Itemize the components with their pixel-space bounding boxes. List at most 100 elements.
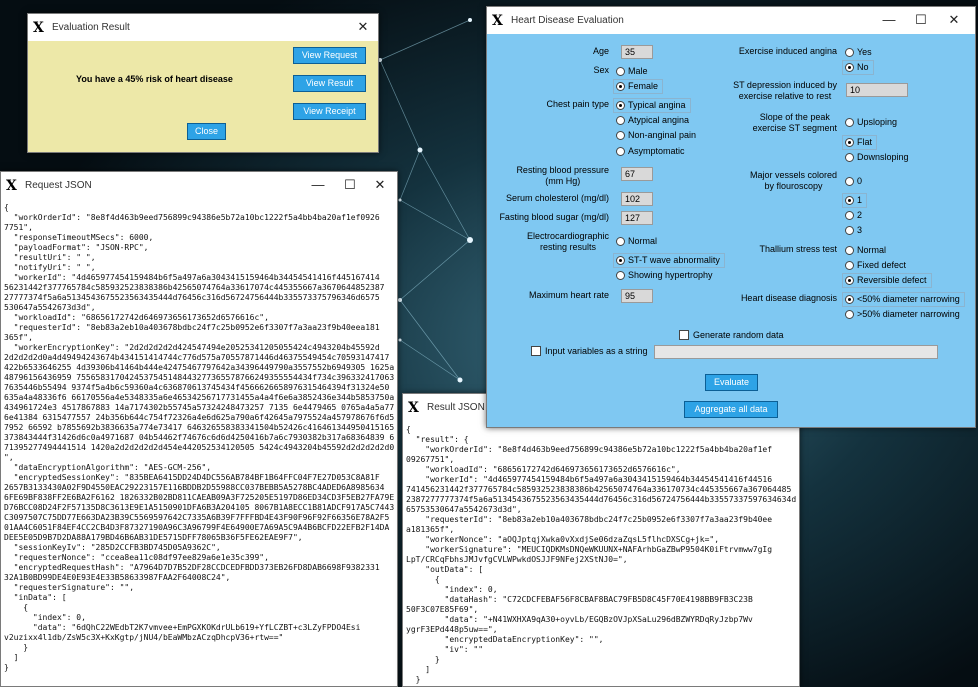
vessels-label: Major vessels colored by flouroscopy xyxy=(749,170,837,191)
close-button[interactable]: Close xyxy=(187,123,226,140)
ecg-option-st-t-wave[interactable]: ST-T wave abnormality xyxy=(613,253,725,268)
blood-sugar-field[interactable]: 127 xyxy=(621,211,653,225)
diag-option-less-50[interactable]: <50% diameter narrowing xyxy=(842,292,965,307)
generate-random-checkbox[interactable] xyxy=(679,330,689,340)
window-title: Result JSON xyxy=(427,402,485,413)
angina-option-no[interactable]: No xyxy=(842,60,874,75)
thallium-label: Thallium stress test xyxy=(759,244,837,254)
close-icon[interactable]: ✕ xyxy=(352,18,374,36)
input-string-field[interactable] xyxy=(654,345,938,359)
request-json-body[interactable]: { "workOrderId": "8e8f4d463b9eed756899c9… xyxy=(1,199,397,686)
thal-option-reversible-defect[interactable]: Reversible defect xyxy=(842,273,932,288)
slope-option-upsloping[interactable]: Upsloping xyxy=(842,115,902,130)
input-string-checkbox[interactable] xyxy=(531,346,541,356)
vessels-option-1[interactable]: 1 xyxy=(842,193,868,208)
radio-icon xyxy=(616,131,625,140)
cp-option-asymptomatic[interactable]: Asymptomatic xyxy=(613,144,690,159)
heart-rate-field[interactable]: 95 xyxy=(621,289,653,303)
radio-icon xyxy=(845,261,854,270)
minimize-icon[interactable]: — xyxy=(878,11,900,29)
option-label: Flat xyxy=(857,137,873,147)
view-receipt-button[interactable]: View Receipt xyxy=(293,103,366,120)
maximize-icon[interactable]: ☐ xyxy=(910,11,932,29)
age-field[interactable]: 35 xyxy=(621,45,653,59)
st-depression-field[interactable]: 10 xyxy=(846,83,908,97)
option-label: Upsloping xyxy=(857,117,898,127)
app-x-icon: X xyxy=(6,178,17,194)
cp-option-atypical-angina[interactable]: Atypical angina xyxy=(613,113,694,128)
close-icon[interactable]: ✕ xyxy=(943,11,965,29)
option-label: Fixed defect xyxy=(857,260,907,270)
option-label: Male xyxy=(628,66,648,76)
view-result-button[interactable]: View Result xyxy=(293,75,366,92)
vessels-option-0[interactable]: 0 xyxy=(842,174,867,189)
diagnosis-label: Heart disease diagnosis xyxy=(740,293,837,303)
radio-icon xyxy=(845,310,854,319)
evaluate-button[interactable]: Evaluate xyxy=(705,374,758,391)
diag-option-more-50[interactable]: >50% diameter narrowing xyxy=(842,307,965,322)
radio-icon xyxy=(845,226,854,235)
heart-disease-window: X Heart Disease Evaluation — ☐ ✕ Age 35 … xyxy=(486,6,976,428)
blood-pressure-label: Resting blood pressure (mm Hg) xyxy=(516,165,609,186)
option-label: Non-anginal pain xyxy=(628,130,697,140)
ecg-option-hypertrophy[interactable]: Showing hypertrophy xyxy=(613,268,718,283)
input-string-label: Input variables as a string xyxy=(545,346,648,356)
slope-option-flat[interactable]: Flat xyxy=(842,135,878,150)
chest-pain-label: Chest pain type xyxy=(546,99,609,109)
angina-option-yes[interactable]: Yes xyxy=(842,45,877,60)
option-label: Asymptomatic xyxy=(628,146,685,156)
app-x-icon: X xyxy=(33,20,44,36)
radio-icon xyxy=(616,147,625,156)
radio-selected-icon xyxy=(845,196,854,205)
radio-selected-icon xyxy=(616,101,625,110)
option-label: Reversible defect xyxy=(857,275,927,285)
cholesterol-field[interactable]: 102 xyxy=(621,192,653,206)
vessels-option-3[interactable]: 3 xyxy=(842,223,867,238)
option-label: <50% diameter narrowing xyxy=(857,294,960,304)
option-label: No xyxy=(857,62,869,72)
radio-selected-icon xyxy=(845,138,854,147)
blood-sugar-label: Fasting blood sugar (mg/dl) xyxy=(499,212,609,222)
thal-option-fixed-defect[interactable]: Fixed defect xyxy=(842,258,911,273)
vessels-option-2[interactable]: 2 xyxy=(842,208,867,223)
radio-icon xyxy=(845,246,854,255)
option-label: Showing hypertrophy xyxy=(628,270,713,280)
radio-selected-icon xyxy=(845,276,854,285)
result-json-text[interactable]: { "result": { "workOrderId": "8e8f4d463b… xyxy=(406,425,796,686)
blood-pressure-field[interactable]: 67 xyxy=(621,167,653,181)
radio-icon xyxy=(616,237,625,246)
evaluation-result-window: X Evaluation Result ✕ You have a 45% ris… xyxy=(27,13,379,153)
cholesterol-label: Serum cholesterol (mg/dl) xyxy=(505,193,609,203)
radio-icon xyxy=(616,67,625,76)
request-json-window: X Request JSON — ☐ ✕ { "workOrderId": "8… xyxy=(0,171,398,687)
app-x-icon: X xyxy=(492,13,503,29)
aggregate-button[interactable]: Aggregate all data xyxy=(684,401,778,418)
st-depression-label: ST depression induced by exercise relati… xyxy=(733,80,837,101)
option-label: Normal xyxy=(628,236,658,246)
request-json-text[interactable]: { "workOrderId": "8e8f4d463b9eed756899c9… xyxy=(4,203,394,686)
app-x-icon: X xyxy=(408,400,419,416)
option-label: 0 xyxy=(857,176,863,186)
sex-option-male[interactable]: Male xyxy=(613,64,653,79)
result-json-body[interactable]: { "result": { "workOrderId": "8e8f4d463b… xyxy=(403,421,799,686)
slope-option-downsloping[interactable]: Downsloping xyxy=(842,150,914,165)
window-title: Heart Disease Evaluation xyxy=(511,15,624,26)
title-bar[interactable]: X Heart Disease Evaluation — ☐ ✕ xyxy=(487,7,975,34)
minimize-icon[interactable]: — xyxy=(307,176,329,194)
window-title: Request JSON xyxy=(25,180,92,191)
ecg-option-normal[interactable]: Normal xyxy=(613,234,662,249)
ecg-label: Electrocardiographic resting results xyxy=(526,231,609,252)
maximize-icon[interactable]: ☐ xyxy=(339,176,361,194)
view-request-button[interactable]: View Request xyxy=(293,47,366,64)
close-icon[interactable]: ✕ xyxy=(369,176,391,194)
age-label: Age xyxy=(592,46,609,56)
sex-option-female[interactable]: Female xyxy=(613,79,664,94)
title-bar[interactable]: X Evaluation Result ✕ xyxy=(28,14,378,41)
cp-option-non-anginal-pain[interactable]: Non-anginal pain xyxy=(613,128,701,143)
evaluation-content: You have a 45% risk of heart disease Vie… xyxy=(28,41,378,152)
option-label: >50% diameter narrowing xyxy=(857,309,960,319)
cp-option-typical-angina[interactable]: Typical angina xyxy=(613,98,691,113)
option-label: ST-T wave abnormality xyxy=(628,255,720,265)
thal-option-normal[interactable]: Normal xyxy=(842,243,891,258)
title-bar[interactable]: X Request JSON — ☐ ✕ xyxy=(1,172,397,199)
